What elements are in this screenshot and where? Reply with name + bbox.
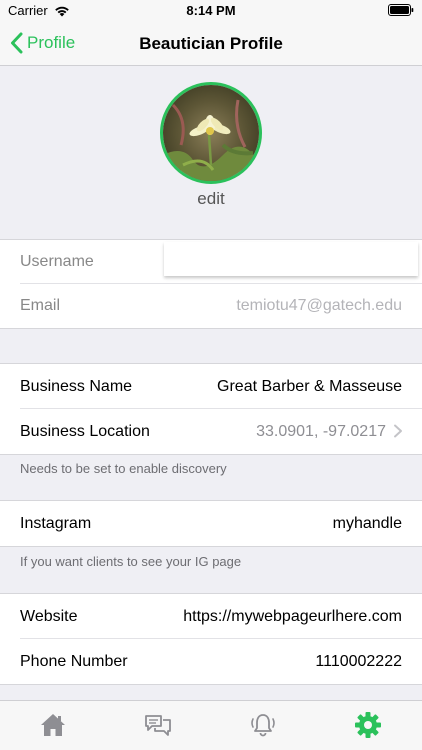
business-name-label: Business Name [20, 377, 133, 395]
battery-icon [388, 4, 414, 19]
business-name-value: Great Barber & Masseuse [217, 377, 402, 395]
instagram-value: myhandle [332, 514, 402, 532]
business-location-label: Business Location [20, 422, 150, 440]
tab-notifications[interactable] [248, 710, 278, 740]
gear-icon [355, 712, 381, 738]
email-row: Email temiotu47@gatech.edu [0, 284, 422, 328]
instagram-section: Instagram myhandle [0, 500, 422, 547]
business-location-row[interactable]: Business Location 33.0901, -97.0217 [0, 409, 422, 454]
business-location-value: 33.0901, -97.0217 [256, 422, 386, 440]
profile-avatar[interactable] [160, 82, 262, 184]
instagram-label: Instagram [20, 514, 92, 532]
chat-icon [145, 715, 171, 736]
page-title: Beautician Profile [139, 34, 283, 53]
tab-bar [0, 700, 422, 750]
instagram-row[interactable]: Instagram myhandle [0, 501, 422, 546]
website-value: https://mywebpageurlhere.com [183, 607, 402, 625]
business-name-row[interactable]: Business Name Great Barber & Masseuse [0, 364, 422, 409]
chevron-right-icon [394, 424, 402, 438]
email-value: temiotu47@gatech.edu [236, 297, 402, 314]
contact-section: Website https://mywebpageurlhere.com Pho… [0, 593, 422, 685]
tab-home[interactable] [38, 710, 68, 740]
avatar-photo [163, 85, 259, 181]
website-label: Website [20, 607, 78, 625]
website-row[interactable]: Website https://mywebpageurlhere.com [0, 594, 422, 639]
business-section: Business Name Great Barber & Masseuse Bu… [0, 363, 422, 455]
bell-icon [251, 714, 275, 737]
phone-row[interactable]: Phone Number 1110002222 [0, 639, 422, 684]
username-row: Username [0, 240, 422, 284]
edit-avatar-button[interactable]: edit [0, 189, 422, 209]
instagram-note: If you want clients to see your IG page [20, 554, 242, 569]
status-bar: Carrier 8:14 PM [0, 0, 422, 22]
account-section: Username Email temiotu47@gatech.edu [0, 239, 422, 329]
email-label: Email [20, 297, 61, 314]
username-input[interactable] [164, 242, 418, 276]
phone-value: 1110002222 [315, 652, 402, 670]
phone-label: Phone Number [20, 652, 128, 670]
home-icon [41, 714, 65, 736]
tab-messages[interactable] [143, 710, 173, 740]
navigation-bar: Profile Beautician Profile [0, 22, 422, 66]
screen: Carrier 8:14 PM Profile Beautician Profi… [0, 0, 422, 750]
business-location-note: Needs to be set to enable discovery [20, 461, 227, 476]
status-time: 8:14 PM [186, 3, 236, 18]
username-label: Username [20, 253, 94, 270]
tab-settings[interactable] [353, 710, 383, 740]
